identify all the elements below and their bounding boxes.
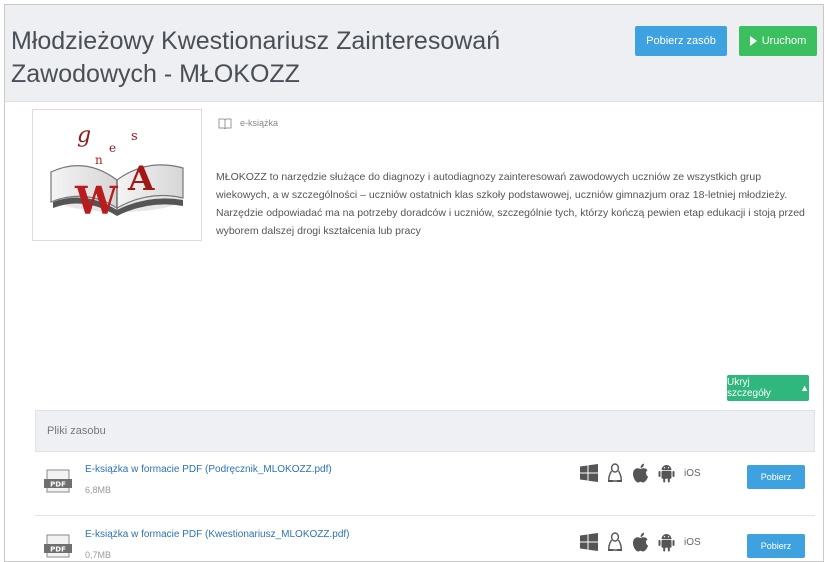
- resource-description: MŁOKOZZ to narzędzie służące do diagnozy…: [216, 171, 805, 237]
- run-button-label: Uruchom: [761, 35, 807, 47]
- page-title: Młodzieżowy Kwestionariusz Zainteresowań…: [11, 27, 501, 88]
- file-size: 6,8MB: [85, 485, 112, 495]
- android-icon: [658, 463, 675, 483]
- svg-text:g: g: [77, 123, 91, 148]
- apple-icon: [632, 463, 649, 483]
- apple-icon: [632, 532, 649, 552]
- play-icon: [749, 36, 757, 46]
- ios-label: iOS: [684, 467, 701, 479]
- file-link[interactable]: E-książka w formacie PDF (Kwestionariusz…: [85, 529, 350, 540]
- book-icon: [218, 118, 232, 129]
- chevron-up-icon: ▲: [800, 383, 809, 393]
- run-button[interactable]: Uruchom: [739, 26, 817, 56]
- platform-icons: iOS: [580, 463, 701, 483]
- file-link[interactable]: E-książka w formacie PDF (Podręcznik_MLO…: [85, 464, 332, 475]
- linux-icon: [607, 463, 623, 483]
- android-icon: [658, 532, 675, 552]
- download-resource-button[interactable]: Pobierz zasób: [635, 26, 727, 56]
- svg-text:n: n: [95, 153, 103, 167]
- resource-page: Młodzieżowy Kwestionariusz Zainteresowań…: [4, 4, 824, 562]
- linux-icon: [607, 532, 623, 552]
- file-row: PDF E-książka w formacie PDF (Kwestionar…: [35, 515, 815, 561]
- download-file-button[interactable]: Pobierz: [747, 465, 805, 489]
- download-file-button[interactable]: Pobierz: [747, 534, 805, 558]
- windows-icon: [580, 464, 598, 482]
- ios-label: iOS: [684, 536, 701, 548]
- pdf-file-icon: PDF: [44, 534, 72, 558]
- pdf-file-icon: PDF: [44, 469, 72, 493]
- windows-icon: [580, 533, 598, 551]
- resource-thumbnail: g n e s A W: [32, 109, 202, 241]
- resource-header: Młodzieżowy Kwestionariusz Zainteresowań…: [5, 5, 823, 102]
- file-size: 0,7MB: [85, 550, 112, 560]
- svg-text:PDF: PDF: [50, 481, 66, 489]
- files-section-header: Pliki zasobu: [35, 410, 815, 452]
- resource-type: e-książka: [218, 117, 278, 129]
- resource-type-label: e-książka: [240, 118, 279, 128]
- collapse-details-button[interactable]: Ukryj szczegóły ▲: [727, 375, 809, 401]
- svg-text:A: A: [127, 159, 155, 199]
- platform-icons: iOS: [580, 532, 701, 552]
- svg-text:W: W: [74, 178, 119, 223]
- svg-text:e: e: [109, 141, 116, 155]
- svg-text:s: s: [131, 129, 138, 144]
- file-row: PDF E-książka w formacie PDF (Podręcznik…: [35, 451, 815, 509]
- svg-text:PDF: PDF: [50, 546, 66, 554]
- collapse-details-label: Ukryj szczegóły: [727, 377, 771, 399]
- open-book-with-letters-image: g n e s A W: [50, 123, 184, 223]
